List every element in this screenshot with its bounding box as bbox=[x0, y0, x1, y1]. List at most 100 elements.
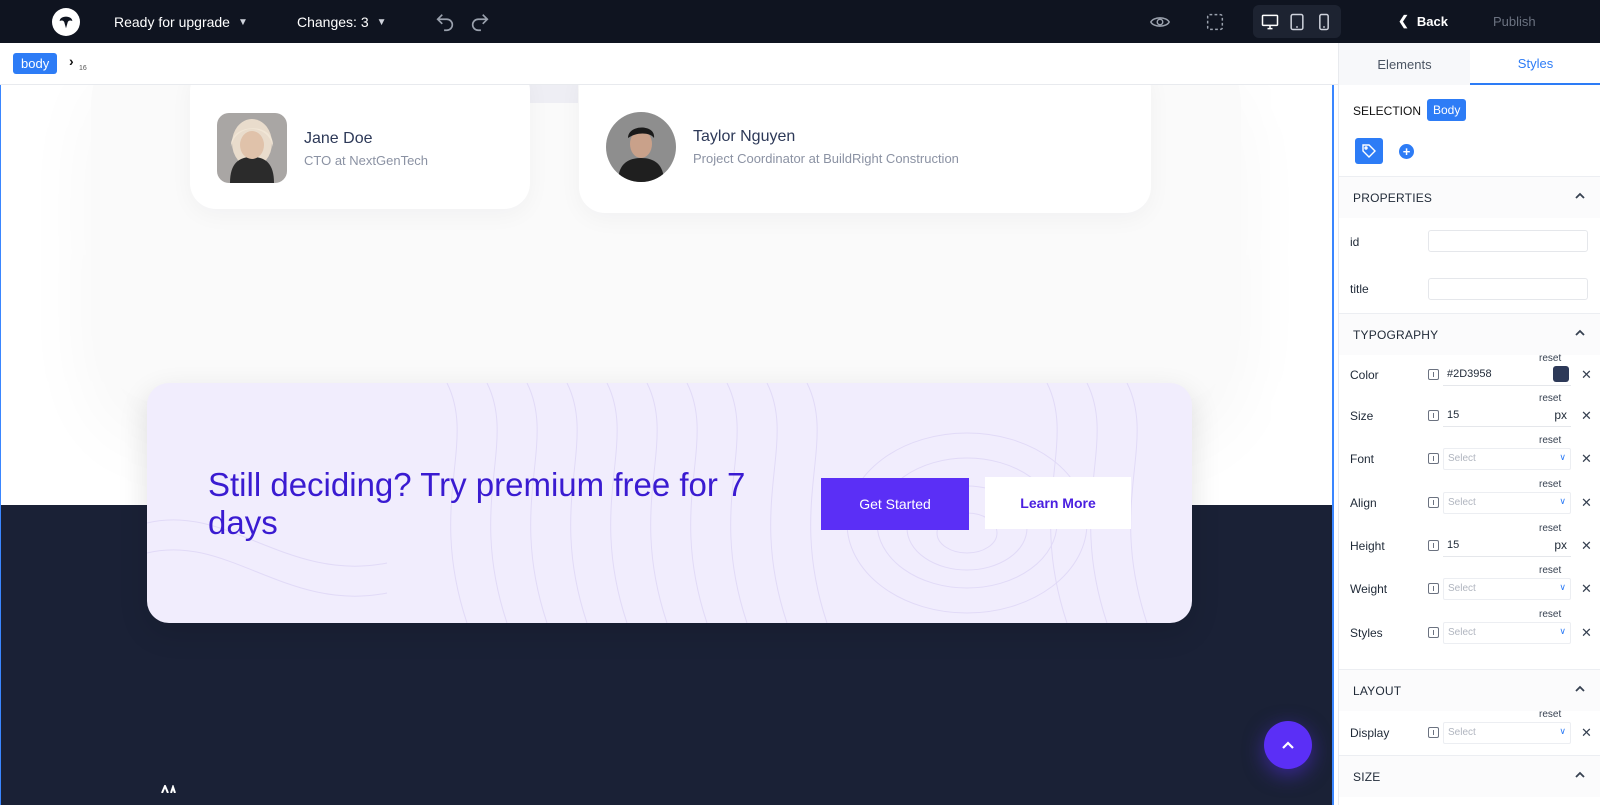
weight-select-value: Select bbox=[1448, 583, 1476, 594]
display-label: Display bbox=[1350, 726, 1390, 740]
size-value: 15 bbox=[1447, 409, 1460, 421]
select-outline-icon[interactable] bbox=[1203, 10, 1227, 34]
arrow-up-icon bbox=[1282, 741, 1294, 749]
plus-circle-icon[interactable]: + bbox=[1399, 144, 1414, 159]
size-reset-link[interactable]: reset bbox=[1539, 393, 1561, 404]
chevron-up-icon bbox=[1575, 771, 1585, 778]
avatar bbox=[217, 113, 287, 183]
height-field[interactable]: 15 px bbox=[1443, 535, 1571, 557]
layout-title: LAYOUT bbox=[1353, 684, 1402, 698]
size-label: Size bbox=[1350, 409, 1374, 423]
align-reset-link[interactable]: reset bbox=[1539, 479, 1561, 490]
font-select[interactable]: Select ∨ bbox=[1443, 448, 1571, 470]
color-swatch[interactable] bbox=[1553, 366, 1569, 382]
close-icon[interactable]: ✕ bbox=[1581, 625, 1592, 641]
undo-icon[interactable] bbox=[433, 10, 457, 34]
upgrade-status-dropdown[interactable]: Ready for upgrade ▼ bbox=[114, 14, 248, 30]
get-started-button[interactable]: Get Started bbox=[821, 478, 969, 530]
close-icon[interactable]: ✕ bbox=[1581, 408, 1592, 424]
desktop-icon[interactable] bbox=[1257, 9, 1283, 35]
testimonial-card: Jane Doe CTO at NextGenTech bbox=[190, 85, 530, 209]
styles-label: Styles bbox=[1350, 626, 1383, 640]
breadcrumb-child-count: 16 bbox=[79, 65, 87, 72]
align-select-value: Select bbox=[1448, 497, 1476, 508]
color-field[interactable]: #2D3958 bbox=[1443, 364, 1571, 386]
learn-more-button[interactable]: Learn More bbox=[985, 477, 1131, 529]
info-icon bbox=[1428, 410, 1439, 421]
back-label: Back bbox=[1416, 13, 1448, 29]
styles-reset-link[interactable]: reset bbox=[1539, 609, 1561, 620]
redo-icon[interactable] bbox=[468, 10, 492, 34]
mobile-icon[interactable] bbox=[1311, 9, 1337, 35]
chevron-up-icon bbox=[1575, 192, 1585, 199]
close-icon[interactable]: ✕ bbox=[1581, 367, 1592, 383]
styles-select-value: Select bbox=[1448, 627, 1476, 638]
info-icon bbox=[1428, 583, 1439, 594]
changes-dropdown[interactable]: Changes: 3 ▼ bbox=[297, 14, 387, 30]
tablet-icon[interactable] bbox=[1284, 9, 1310, 35]
close-icon[interactable]: ✕ bbox=[1581, 451, 1592, 467]
testimonial-card: Taylor Nguyen Project Coordinator at Bui… bbox=[579, 85, 1151, 213]
info-icon bbox=[1428, 369, 1439, 380]
weight-select[interactable]: Select ∨ bbox=[1443, 578, 1571, 600]
height-value: 15 bbox=[1447, 539, 1460, 551]
weight-reset-link[interactable]: reset bbox=[1539, 565, 1561, 576]
changes-label: Changes: 3 bbox=[297, 14, 369, 30]
chevron-down-icon: ▼ bbox=[376, 16, 387, 28]
typography-title: TYPOGRAPHY bbox=[1353, 328, 1439, 342]
publish-button[interactable]: Publish bbox=[1493, 14, 1536, 29]
info-icon bbox=[1428, 497, 1439, 508]
tag-icon[interactable] bbox=[1355, 138, 1383, 164]
size-section-header[interactable]: SIZE bbox=[1339, 755, 1600, 797]
size-field[interactable]: 15 px bbox=[1443, 405, 1571, 427]
close-icon[interactable]: ✕ bbox=[1581, 538, 1592, 554]
info-icon bbox=[1428, 627, 1439, 638]
testimonial-name: Jane Doe bbox=[304, 130, 373, 147]
info-icon bbox=[1428, 727, 1439, 738]
back-button[interactable]: ❮ Back bbox=[1398, 13, 1448, 29]
info-icon bbox=[1428, 453, 1439, 464]
testimonial-role: CTO at NextGenTech bbox=[304, 153, 429, 168]
top-toolbar: Ready for upgrade ▼ Changes: 3 ▼ ❮ Back … bbox=[0, 0, 1600, 43]
styles-select[interactable]: Select ∨ bbox=[1443, 622, 1571, 644]
scroll-to-top-button[interactable] bbox=[1264, 721, 1312, 769]
chevron-down-icon: ∨ bbox=[1559, 726, 1566, 736]
color-reset-link[interactable]: reset bbox=[1539, 353, 1561, 364]
display-reset-link[interactable]: reset bbox=[1539, 709, 1561, 720]
chevron-up-icon bbox=[1575, 329, 1585, 336]
selection-badge[interactable]: Body bbox=[1427, 99, 1467, 121]
id-field[interactable] bbox=[1428, 230, 1588, 252]
font-label: Font bbox=[1350, 452, 1375, 466]
font-reset-link[interactable]: reset bbox=[1539, 435, 1561, 446]
editor-canvas[interactable]: Jane Doe CTO at NextGenTech Taylor Nguye… bbox=[0, 85, 1334, 805]
preview-eye-icon[interactable] bbox=[1148, 10, 1172, 34]
chevron-down-icon: ∨ bbox=[1559, 626, 1566, 636]
font-select-value: Select bbox=[1448, 453, 1476, 464]
chevron-down-icon: ∨ bbox=[1559, 452, 1566, 462]
chevron-down-icon: ∨ bbox=[1559, 582, 1566, 592]
logo-icon[interactable] bbox=[52, 8, 80, 36]
decorative-strip bbox=[528, 85, 578, 103]
breadcrumb-arrow-icon: › bbox=[69, 53, 74, 69]
tab-elements[interactable]: Elements bbox=[1339, 43, 1470, 85]
chevron-down-icon: ▼ bbox=[237, 16, 248, 28]
cta-title: Still deciding? Try premium free for 7 d… bbox=[208, 466, 746, 541]
typography-section-header[interactable]: TYPOGRAPHY bbox=[1339, 313, 1600, 355]
height-unit[interactable]: px bbox=[1554, 538, 1567, 552]
properties-section-header[interactable]: PROPERTIES bbox=[1339, 176, 1600, 218]
display-select[interactable]: Select ∨ bbox=[1443, 722, 1571, 744]
title-field[interactable] bbox=[1428, 278, 1588, 300]
breadcrumb-body-tag[interactable]: body bbox=[13, 53, 58, 74]
tab-styles[interactable]: Styles bbox=[1470, 43, 1600, 85]
properties-title: PROPERTIES bbox=[1353, 191, 1433, 205]
close-icon[interactable]: ✕ bbox=[1581, 581, 1592, 597]
cta-banner: Still deciding? Try premium free for 7 d… bbox=[147, 383, 1192, 623]
close-icon[interactable]: ✕ bbox=[1581, 495, 1592, 511]
close-icon[interactable]: ✕ bbox=[1581, 725, 1592, 741]
layout-section-header[interactable]: LAYOUT bbox=[1339, 669, 1600, 711]
height-reset-link[interactable]: reset bbox=[1539, 523, 1561, 534]
align-select[interactable]: Select ∨ bbox=[1443, 492, 1571, 514]
size-unit[interactable]: px bbox=[1554, 408, 1567, 422]
upgrade-status-label: Ready for upgrade bbox=[114, 14, 230, 30]
style-manager-panel: Elements Styles SELECTION Body + PROPERT… bbox=[1338, 43, 1600, 805]
